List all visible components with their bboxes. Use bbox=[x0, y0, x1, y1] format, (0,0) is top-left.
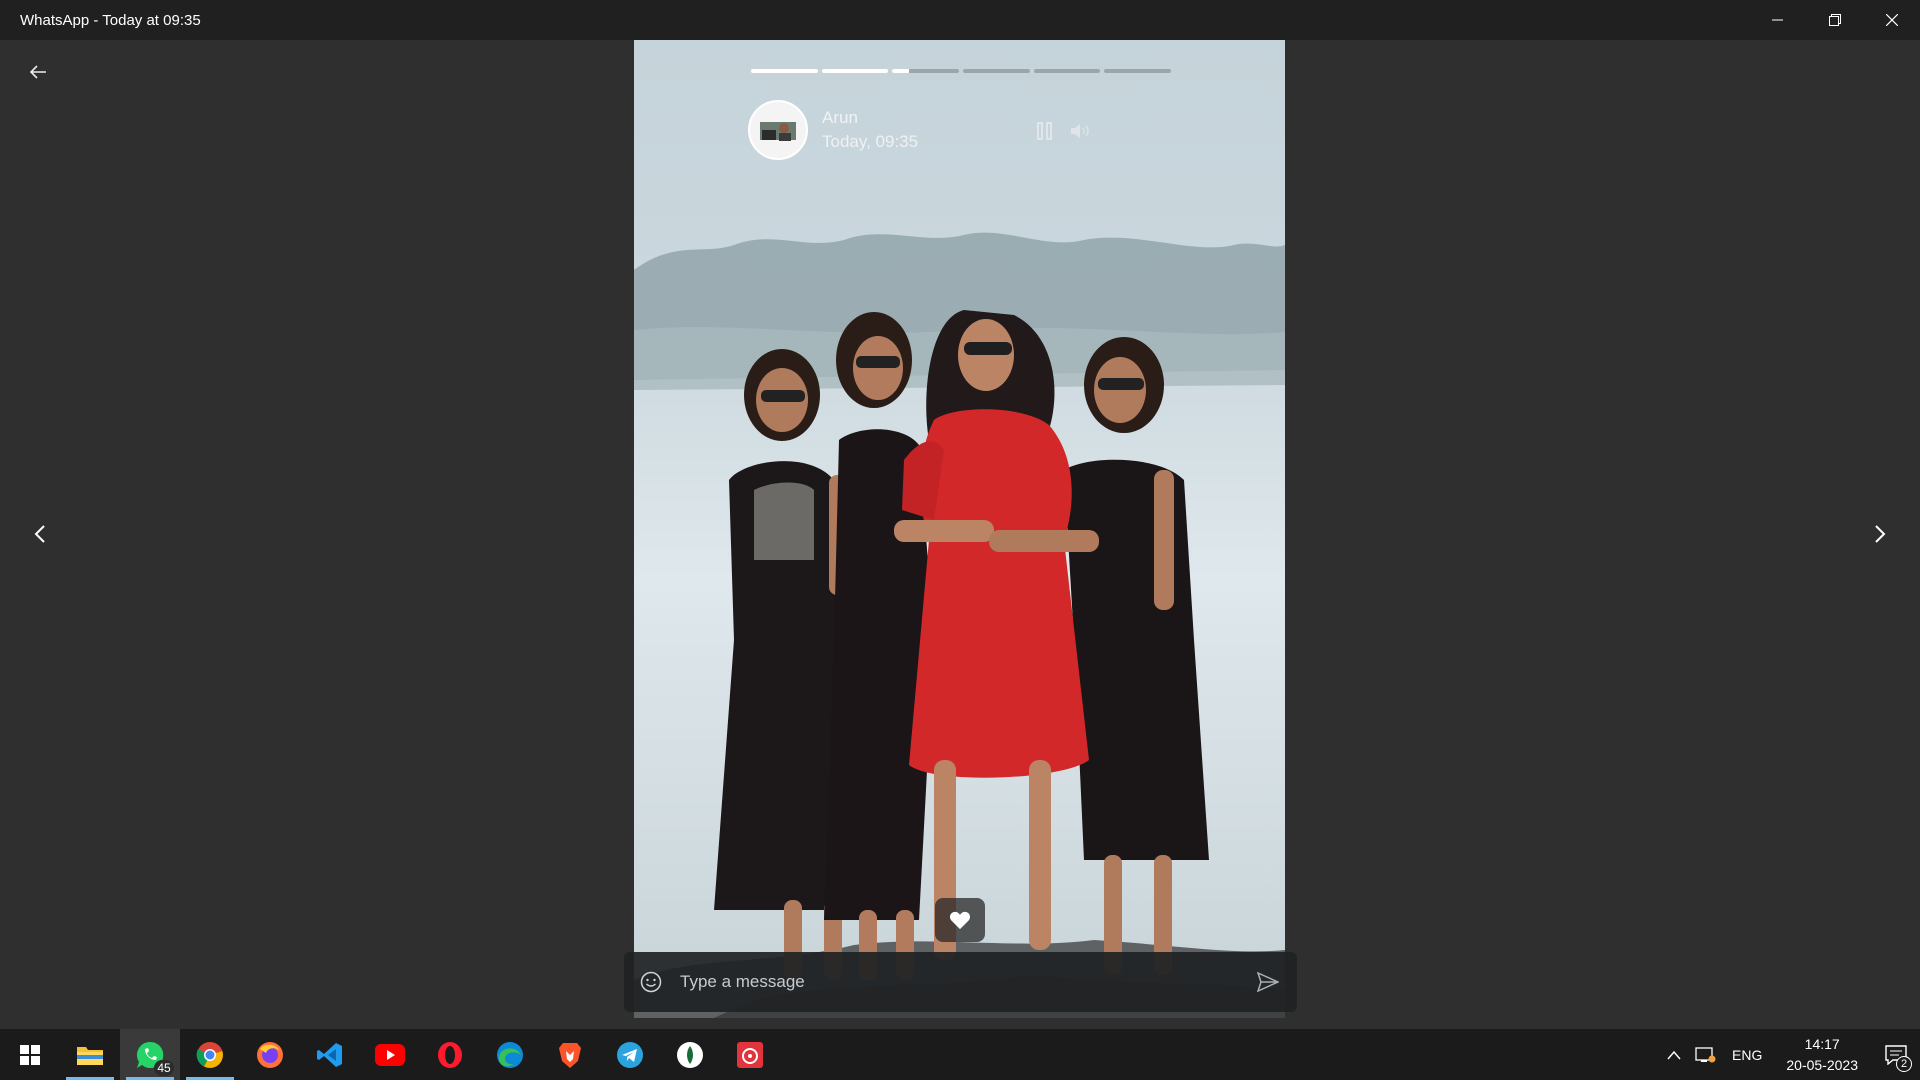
heart-icon bbox=[949, 911, 971, 930]
next-status-button[interactable] bbox=[1864, 518, 1896, 550]
minimize-button[interactable] bbox=[1749, 0, 1806, 40]
status-viewer: Arun Today, 09:35 bbox=[0, 40, 1920, 1029]
mute-button[interactable] bbox=[1068, 118, 1094, 144]
reply-composer bbox=[624, 952, 1297, 1012]
opera-icon bbox=[438, 1041, 462, 1068]
progress-segment bbox=[1033, 69, 1101, 73]
minimize-icon bbox=[1771, 19, 1783, 21]
language-indicator[interactable]: ENG bbox=[1722, 1047, 1772, 1063]
taskbar-youtube[interactable] bbox=[360, 1029, 420, 1080]
chevron-up-icon bbox=[1667, 1050, 1681, 1059]
progress-segment bbox=[1104, 69, 1172, 73]
pause-button[interactable] bbox=[1032, 118, 1058, 144]
status-progress-bar bbox=[751, 69, 1172, 73]
app-icon bbox=[677, 1041, 703, 1068]
youtube-icon bbox=[375, 1043, 405, 1066]
progress-segment bbox=[751, 69, 818, 73]
system-clock[interactable]: 14:17 20-05-2023 bbox=[1772, 1034, 1872, 1076]
clock-date: 20-05-2023 bbox=[1786, 1056, 1858, 1073]
taskbar-whatsapp[interactable]: 45 bbox=[120, 1029, 180, 1080]
pause-icon bbox=[1037, 122, 1052, 140]
taskbar-firefox[interactable] bbox=[240, 1029, 300, 1080]
network-button[interactable] bbox=[1690, 1029, 1722, 1080]
progress-segment bbox=[892, 69, 960, 73]
taskbar-opera[interactable] bbox=[420, 1029, 480, 1080]
taskbar-file-explorer[interactable] bbox=[60, 1029, 120, 1080]
status-header: Arun Today, 09:35 bbox=[748, 100, 1178, 162]
taskbar-brave[interactable] bbox=[540, 1029, 600, 1080]
send-button[interactable] bbox=[1253, 967, 1283, 997]
telegram-icon bbox=[617, 1041, 643, 1068]
avatar[interactable] bbox=[748, 100, 808, 160]
arrow-left-icon bbox=[29, 65, 46, 79]
system-tray: ENG 14:17 20-05-2023 2 bbox=[1658, 1029, 1920, 1080]
chrome-icon bbox=[196, 1041, 223, 1068]
folder-icon bbox=[77, 1046, 103, 1065]
message-input[interactable] bbox=[680, 962, 1253, 1002]
previous-status-button[interactable] bbox=[24, 518, 56, 550]
back-button[interactable] bbox=[24, 58, 52, 86]
avatar-image bbox=[750, 102, 806, 158]
status-timestamp: Today, 09:35 bbox=[822, 132, 919, 151]
restore-icon bbox=[1828, 14, 1841, 26]
taskbar-chrome[interactable] bbox=[180, 1029, 240, 1080]
window-controls bbox=[1749, 0, 1920, 40]
status-photo bbox=[634, 40, 1285, 1018]
start-button[interactable] bbox=[0, 1029, 60, 1080]
taskbar-vscode[interactable] bbox=[300, 1029, 360, 1080]
taskbar-music[interactable] bbox=[720, 1029, 780, 1080]
status-media-frame[interactable]: Arun Today, 09:35 bbox=[634, 40, 1285, 1018]
windows-taskbar: 45 ENG 14:17 20-05-2023 2 bbox=[0, 1029, 1920, 1080]
music-icon bbox=[737, 1041, 763, 1068]
unread-badge: 45 bbox=[154, 1060, 174, 1076]
vscode-icon bbox=[317, 1042, 342, 1067]
windows-logo-icon bbox=[20, 1044, 40, 1065]
close-icon bbox=[1885, 14, 1898, 26]
speaker-icon bbox=[1071, 124, 1089, 138]
window-title: WhatsApp - Today at 09:35 bbox=[20, 11, 201, 29]
chevron-left-icon bbox=[34, 525, 45, 543]
react-heart-button[interactable] bbox=[935, 898, 985, 942]
show-hidden-icons-button[interactable] bbox=[1658, 1029, 1690, 1080]
taskbar-app[interactable] bbox=[660, 1029, 720, 1080]
close-button[interactable] bbox=[1863, 0, 1920, 40]
emoji-button[interactable] bbox=[636, 967, 666, 997]
notification-count: 2 bbox=[1896, 1056, 1912, 1072]
brave-icon bbox=[559, 1042, 581, 1068]
chevron-right-icon bbox=[1875, 525, 1886, 543]
restore-button[interactable] bbox=[1806, 0, 1863, 40]
edge-icon bbox=[497, 1041, 523, 1068]
clock-time: 14:17 bbox=[1804, 1035, 1840, 1052]
taskbar-telegram[interactable] bbox=[600, 1029, 660, 1080]
window-titlebar: WhatsApp - Today at 09:35 bbox=[0, 0, 1920, 40]
action-center-button[interactable]: 2 bbox=[1872, 1029, 1920, 1080]
smiley-icon bbox=[640, 971, 662, 993]
contact-name: Arun bbox=[822, 108, 858, 127]
send-icon bbox=[1257, 972, 1279, 992]
firefox-icon bbox=[257, 1041, 283, 1068]
progress-segment bbox=[963, 69, 1030, 73]
taskbar-edge[interactable] bbox=[480, 1029, 540, 1080]
network-icon bbox=[1695, 1046, 1716, 1062]
progress-segment bbox=[821, 69, 889, 73]
